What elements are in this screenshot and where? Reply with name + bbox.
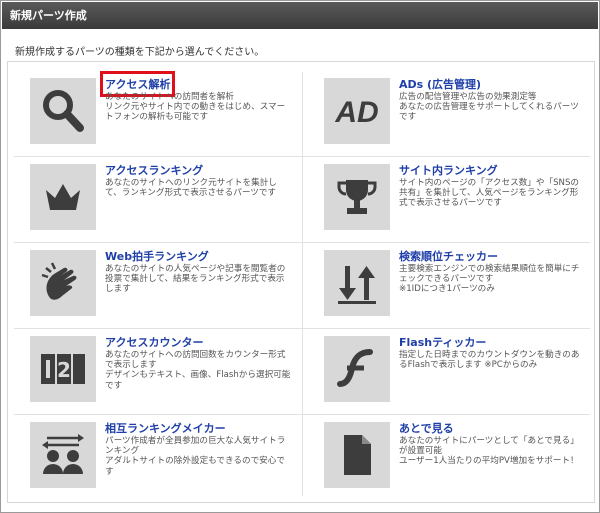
part-item-mutual-ranking-maker[interactable]: 相互ランキングメイカー パーツ作成者が全員参加の巨大な人気サイトランキング アダ… xyxy=(12,414,296,496)
part-item-read-later[interactable]: あとで見る あなたのサイトにパーツとして「あとで見る」が設置可能 ユーザー1人当… xyxy=(306,414,590,496)
ad-icon: AD xyxy=(324,78,390,144)
trophy-icon xyxy=(324,164,390,230)
svg-text:2: 2 xyxy=(57,358,71,382)
crown-icon xyxy=(30,164,96,230)
part-title-link[interactable]: サイト内ランキング xyxy=(399,162,498,178)
part-title-link[interactable]: 検索順位チェッカー xyxy=(399,248,498,264)
intro-text: 新規作成するパーツの種類を下記から選んでください。 xyxy=(15,47,265,58)
part-item-site-ranking[interactable]: サイト内ランキング サイト内のページの「アクセス数」や「SNSの共有」を集計して… xyxy=(306,156,590,238)
part-description: あなたのサイトにパーツとして「あとで見る」が設置可能 ユーザー1人当たりの平均P… xyxy=(399,436,579,467)
part-description: あなたのサイトへの訪問者を解析 リンク元やサイト内での動きをはじめ、スマートフォ… xyxy=(105,92,286,123)
part-item-access-ranking[interactable]: アクセスランキング あなたのサイトへのリンク元サイトを集計して、ランキング形式で… xyxy=(12,156,296,238)
part-description: あなたのサイトへの訪問回数をカウンター形式で表示します デザインもテキスト、画像… xyxy=(105,350,291,391)
part-description: サイト内のページの「アクセス数」や「SNSの共有」を集計して、人気ページをランキ… xyxy=(399,178,580,209)
svg-text:AD: AD xyxy=(334,96,378,129)
part-title-link[interactable]: アクセス解析 xyxy=(99,71,176,97)
part-item-access-counter[interactable]: 2 アクセスカウンター あなたのサイトへの訪問回数をカウンター形式で表示します … xyxy=(12,328,296,410)
part-description: あなたのサイトの人気ページや記事を閲覧者の投票で集計して、結果をランキング形式で… xyxy=(105,264,286,295)
part-title-link[interactable]: Flashティッカー xyxy=(399,334,486,350)
column-divider xyxy=(302,72,303,496)
flash-icon xyxy=(324,336,390,402)
part-title-link[interactable]: ADs (広告管理) xyxy=(399,76,481,92)
part-title-link[interactable]: あとで見る xyxy=(399,420,454,436)
part-title-link[interactable]: Web拍手ランキング xyxy=(105,248,209,264)
part-title-link[interactable]: 相互ランキングメイカー xyxy=(105,420,226,436)
magnifier-icon xyxy=(30,78,96,144)
part-item-flash-ticker[interactable]: Flashティッカー 指定した日時までのカウントダウンを動きのあるFlashで表… xyxy=(306,328,590,410)
part-description: パーツ作成者が全員参加の巨大な人気サイトランキング アダルトサイトの除外設定もで… xyxy=(105,436,286,477)
part-description: 広告の配信管理や広告の効果測定等 あなたの広告管理をサポートしてくれるパーツです xyxy=(399,92,579,123)
window-title: 新規パーツ作成 xyxy=(2,2,598,29)
mutual-users-icon xyxy=(30,422,96,488)
part-description: あなたのサイトへのリンク元サイトを集計して、ランキング形式で表示させるパーツです xyxy=(105,178,277,199)
document-icon xyxy=(324,422,390,488)
part-item-web-clap-ranking[interactable]: Web拍手ランキング あなたのサイトの人気ページや記事を閲覧者の投票で集計して、… xyxy=(12,242,296,324)
part-item-search-rank-checker[interactable]: 検索順位チェッカー 主要検索エンジンでの検索結果順位を簡単にチェックできるパーツ… xyxy=(306,242,590,324)
sort-arrows-icon xyxy=(324,250,390,316)
clapping-hands-icon xyxy=(30,250,96,316)
part-title-link[interactable]: アクセスカウンター xyxy=(105,334,203,350)
part-title-link[interactable]: アクセスランキング xyxy=(105,162,203,178)
counter-icon: 2 xyxy=(30,336,96,402)
parts-panel: アクセス解析 あなたのサイトへの訪問者を解析 リンク元やサイト内での動きをはじめ… xyxy=(7,61,595,503)
part-item-access-analysis[interactable]: アクセス解析 あなたのサイトへの訪問者を解析 リンク元やサイト内での動きをはじめ… xyxy=(12,70,296,152)
part-item-ads[interactable]: AD ADs (広告管理) 広告の配信管理や広告の効果測定等 あなたの広告管理を… xyxy=(306,70,590,152)
part-description: 主要検索エンジンでの検索結果順位を簡単にチェックできるパーツです ※1IDにつき… xyxy=(399,264,580,295)
dialog-window: 新規パーツ作成 新規作成するパーツの種類を下記から選んでください。 アクセス解析… xyxy=(0,0,600,513)
part-description: 指定した日時までのカウントダウンを動きのあるFlashで表示します ※PCからの… xyxy=(399,350,580,371)
